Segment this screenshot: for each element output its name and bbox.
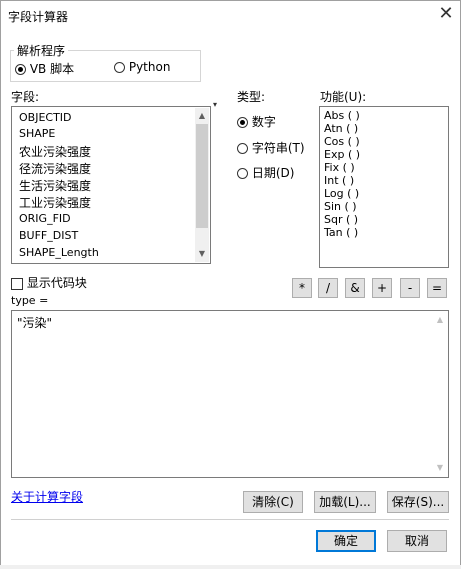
dialog-bottom-edge	[0, 565, 461, 569]
scroll-thumb[interactable]	[196, 124, 208, 228]
operator-divide-button[interactable]: /	[318, 278, 338, 298]
load-button[interactable]: 加载(L)...	[314, 491, 376, 513]
parser-legend: 解析程序	[14, 42, 69, 59]
about-calculate-field-link[interactable]: 关于计算字段	[11, 488, 83, 505]
operator-ampersand-button[interactable]: &	[345, 278, 365, 298]
operator-equals-button[interactable]: =	[427, 278, 447, 298]
parser-vb-radio[interactable]: VB 脚本	[15, 60, 74, 77]
scroll-down-icon[interactable]: ▼	[435, 463, 445, 473]
type-date-label: 日期(D)	[251, 166, 295, 180]
scroll-up-icon[interactable]: ▲	[435, 315, 445, 325]
ok-button[interactable]: 确定	[316, 530, 376, 552]
function-item[interactable]: Fix ( )	[324, 161, 355, 174]
type-date-radio[interactable]: 日期(D)	[237, 164, 294, 181]
parser-python-radio[interactable]: Python	[114, 60, 170, 74]
fields-scrollbar[interactable]: ▲ ▼	[195, 108, 209, 262]
cancel-button[interactable]: 取消	[387, 530, 447, 552]
field-item[interactable]: SHAPE_Length	[19, 246, 99, 259]
functions-label: 功能(U):	[320, 90, 367, 104]
function-item[interactable]: Sqr ( )	[324, 213, 358, 226]
field-item[interactable]: OBJECTID	[19, 111, 72, 124]
parser-python-label: Python	[128, 60, 171, 74]
type-string-label: 字符串(T)	[251, 141, 305, 155]
checkbox-icon	[11, 277, 23, 290]
expression-scrollbar[interactable]: ▲ ▼	[433, 312, 447, 476]
type-number-radio[interactable]: 数字	[237, 113, 276, 130]
field-item[interactable]: 工业污染强度	[19, 194, 91, 211]
dialog-title: 字段计算器	[8, 10, 69, 24]
function-item[interactable]: Tan ( )	[324, 226, 358, 239]
scroll-up-icon[interactable]: ▲	[197, 111, 207, 121]
function-item[interactable]: Exp ( )	[324, 148, 360, 161]
function-item[interactable]: Sin ( )	[324, 200, 357, 213]
radio-selected-icon	[237, 117, 248, 128]
field-item[interactable]: SHAPE	[19, 127, 55, 140]
save-button[interactable]: 保存(S)...	[387, 491, 449, 513]
type-label: 类型:	[237, 90, 266, 104]
field-item[interactable]: ORIG_FID	[19, 212, 71, 225]
expression-textarea[interactable]: "污染" ▲ ▼	[11, 310, 449, 478]
expression-label: type =	[11, 294, 49, 307]
operator-minus-button[interactable]: -	[400, 278, 420, 298]
show-codeblock-label: 显示代码块	[26, 276, 87, 290]
function-item[interactable]: Cos ( )	[324, 135, 360, 148]
radio-unselected-icon	[237, 168, 248, 179]
field-item[interactable]: 生活污染强度	[19, 177, 91, 194]
type-number-label: 数字	[251, 115, 276, 129]
show-codeblock-checkbox[interactable]: 显示代码块	[11, 274, 87, 291]
field-item[interactable]: 径流污染强度	[19, 160, 91, 177]
radio-selected-icon	[15, 64, 26, 75]
function-item[interactable]: Atn ( )	[324, 122, 358, 135]
fields-label: 字段:	[11, 90, 40, 104]
function-item[interactable]: Int ( )	[324, 174, 354, 187]
sort-menu-icon[interactable]: ▾	[213, 100, 217, 109]
operator-multiply-button[interactable]: *	[292, 278, 312, 298]
expression-text: "污染"	[17, 316, 53, 330]
radio-unselected-icon	[114, 62, 125, 73]
function-item[interactable]: Abs ( )	[324, 109, 360, 122]
fields-list[interactable]: OBJECTID SHAPE 农业污染强度 径流污染强度 生活污染强度 工业污染…	[11, 106, 211, 264]
scroll-down-icon[interactable]: ▼	[197, 249, 207, 259]
field-item[interactable]: 农业污染强度	[19, 143, 91, 160]
radio-unselected-icon	[237, 143, 248, 154]
clear-button[interactable]: 清除(C)	[243, 491, 303, 513]
type-string-radio[interactable]: 字符串(T)	[237, 139, 305, 156]
close-icon[interactable]: ✕	[436, 4, 456, 24]
functions-list[interactable]: Abs ( ) Atn ( ) Cos ( ) Exp ( ) Fix ( ) …	[319, 106, 449, 268]
function-item[interactable]: Log ( )	[324, 187, 359, 200]
parser-vb-label: VB 脚本	[29, 62, 75, 76]
field-item[interactable]: BUFF_DIST	[19, 229, 78, 242]
separator	[11, 519, 449, 520]
operator-plus-button[interactable]: +	[372, 278, 392, 298]
